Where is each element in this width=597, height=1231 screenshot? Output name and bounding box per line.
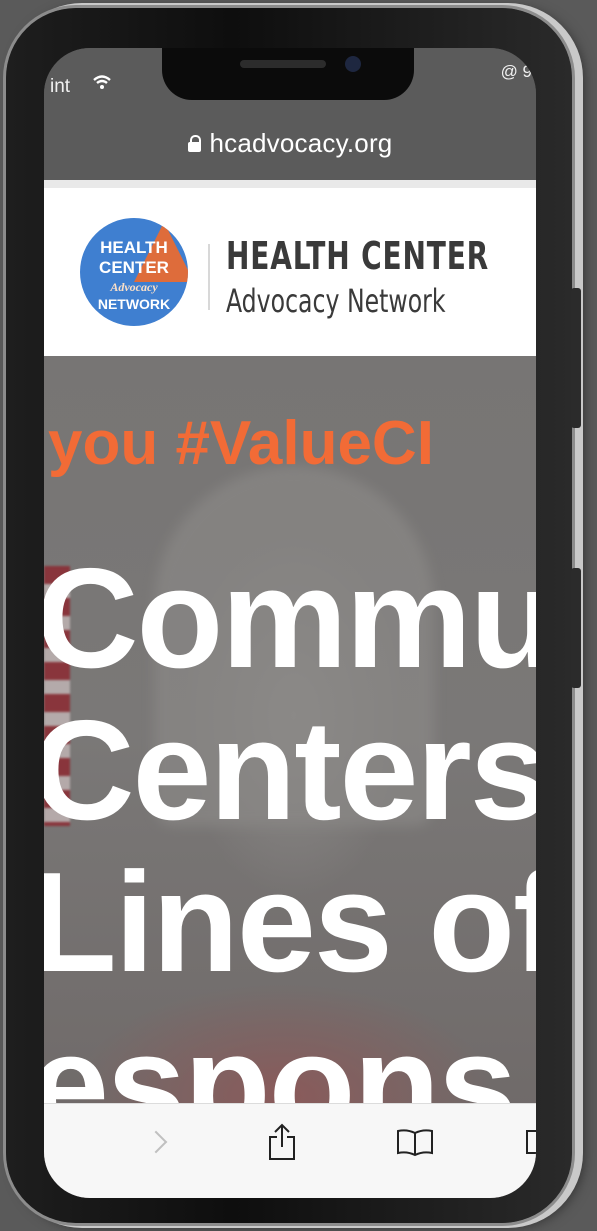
site-header: HEALTH CENTER Advocacy NETWORK HEALTH CE… <box>44 180 536 364</box>
carrier-label: int <box>50 76 71 97</box>
forward-icon <box>144 1130 168 1154</box>
phone-frame: int @ 9 hcadvocacy.org HEALTH CENTER Adv… <box>6 8 581 1223</box>
browser-toolbar <box>44 1103 536 1198</box>
side-button-lower <box>571 568 581 688</box>
hero-banner: you #ValueCI Commu Centers Lines of espo… <box>44 356 536 1198</box>
site-logo[interactable]: HEALTH CENTER Advocacy NETWORK <box>80 218 188 326</box>
tabs-button[interactable] <box>518 1122 536 1162</box>
lock-icon <box>187 135 201 152</box>
logo-text-health: HEALTH <box>100 238 168 257</box>
status-bar: int @ 9 <box>44 48 536 106</box>
web-page: HEALTH CENTER Advocacy NETWORK HEALTH CE… <box>44 180 536 1198</box>
bookmarks-button[interactable] <box>390 1122 440 1162</box>
speaker-grille <box>240 60 326 68</box>
logo-text-advocacy: Advocacy <box>110 280 158 294</box>
hero-tagline: you #ValueCI <box>48 409 434 478</box>
tabs-icon <box>526 1130 536 1154</box>
notch <box>162 48 414 100</box>
brand-subtitle[interactable]: Advocacy Network <box>226 282 446 320</box>
logo-text-network: NETWORK <box>97 296 171 312</box>
address-bar[interactable]: hcadvocacy.org <box>44 106 536 180</box>
share-icon <box>269 1123 295 1160</box>
logo-text-center: CENTER <box>99 258 169 277</box>
hero-headline-line: Centers <box>44 691 536 850</box>
side-button-upper <box>571 288 581 428</box>
brand-title[interactable]: HEALTH CENTER <box>226 234 489 278</box>
url-text: hcadvocacy.org <box>209 127 393 158</box>
logo-divider <box>208 244 210 310</box>
share-button[interactable] <box>262 1122 302 1162</box>
hero-headline-line: Commu <box>44 539 536 698</box>
forward-button[interactable] <box>136 1122 176 1162</box>
phone-screen: int @ 9 hcadvocacy.org HEALTH CENTER Adv… <box>44 48 536 1198</box>
hero-headline-line: Lines of <box>44 843 536 1002</box>
battery-status: @ 9 <box>500 62 532 81</box>
bookmarks-icon <box>397 1129 433 1157</box>
front-camera <box>345 56 361 72</box>
wifi-icon <box>92 74 112 95</box>
